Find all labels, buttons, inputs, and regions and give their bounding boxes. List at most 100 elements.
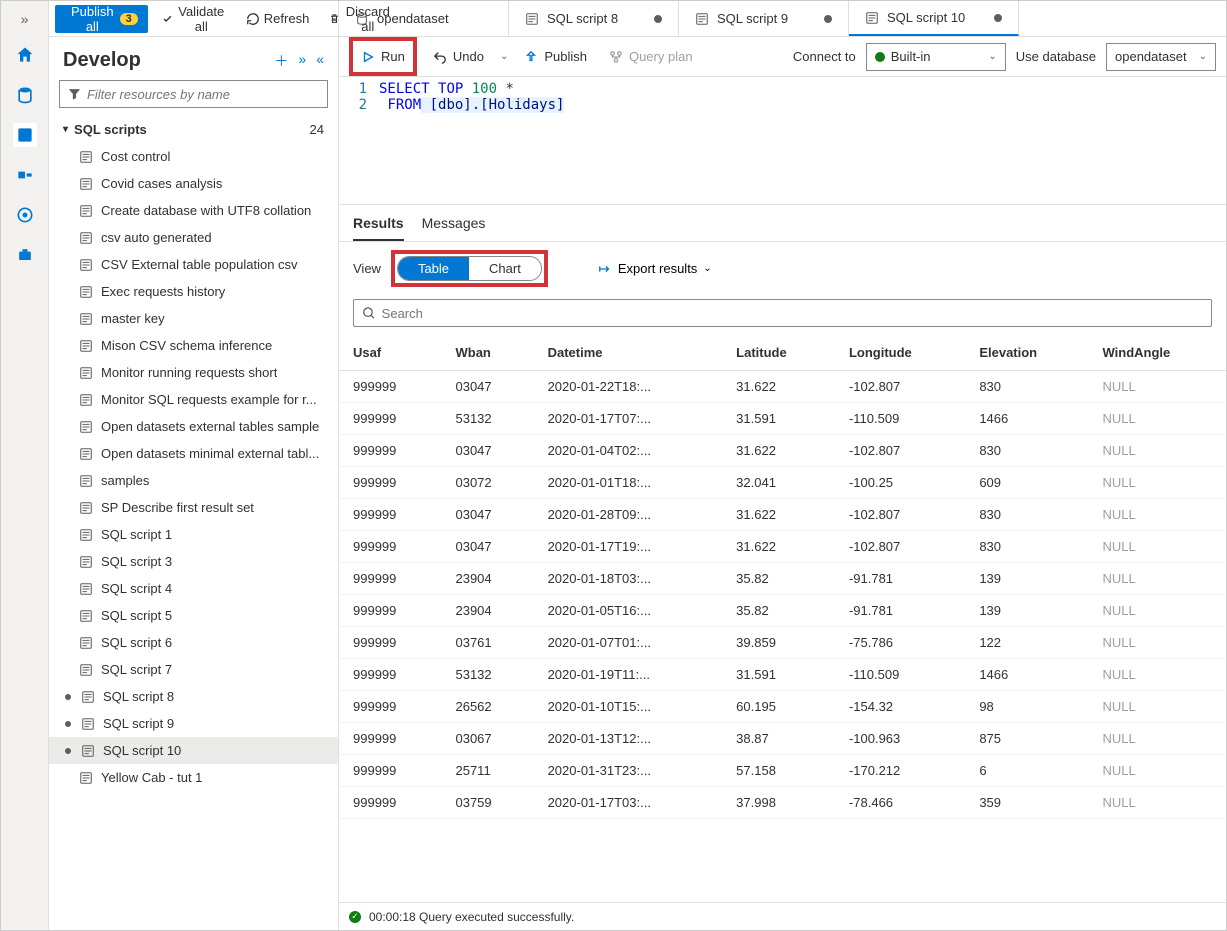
tree-item[interactable]: samples [49, 467, 338, 494]
column-header[interactable]: Wban [441, 335, 533, 371]
status-bar: ✓ 00:00:18 Query executed successfully. [339, 902, 1226, 930]
search-icon [362, 306, 376, 320]
editor-tab[interactable]: SQL script 9 [679, 1, 849, 36]
export-results-button[interactable]: Export results ⌄ [598, 261, 712, 276]
dirty-dot-icon [654, 15, 662, 23]
messages-tab[interactable]: Messages [422, 215, 486, 241]
publish-count-badge: 3 [120, 13, 138, 25]
table-row[interactable]: 999999257112020-01-31T23:...57.158-170.2… [339, 755, 1226, 787]
tree-item[interactable]: Covid cases analysis [49, 170, 338, 197]
data-icon[interactable] [13, 83, 37, 107]
use-database-label: Use database [1016, 49, 1096, 64]
results-grid[interactable]: UsafWbanDatetimeLatitudeLongitudeElevati… [339, 335, 1226, 902]
develop-icon[interactable] [13, 123, 37, 147]
column-header[interactable]: WindAngle [1088, 335, 1226, 371]
tree-item[interactable]: Create database with UTF8 collation [49, 197, 338, 224]
tree-item[interactable]: SQL script 7 [49, 656, 338, 683]
results-area: Results Messages View Table Chart Export… [339, 205, 1226, 930]
toggle-table-button[interactable]: Table [398, 257, 469, 280]
results-tab[interactable]: Results [353, 215, 404, 241]
filter-input[interactable] [87, 87, 319, 102]
run-highlight: Run [349, 37, 417, 76]
table-row[interactable]: 999999030722020-01-01T18:...32.041-100.2… [339, 467, 1226, 499]
table-row[interactable]: 999999037592020-01-17T03:...37.998-78.46… [339, 787, 1226, 819]
tree-item[interactable]: SQL script 9 [49, 710, 338, 737]
tree-group-sql-scripts[interactable]: ▾ SQL scripts 24 [49, 116, 338, 143]
column-header[interactable]: Datetime [534, 335, 723, 371]
undo-button[interactable]: Undo [427, 45, 490, 68]
table-row[interactable]: 999999037612020-01-07T01:...39.859-75.78… [339, 627, 1226, 659]
tree-item[interactable]: Cost control [49, 143, 338, 170]
tree-item[interactable]: csv auto generated [49, 224, 338, 251]
filter-icon [68, 87, 81, 101]
integrate-icon[interactable] [13, 163, 37, 187]
results-search[interactable] [353, 299, 1212, 327]
tree-item[interactable]: CSV External table population csv [49, 251, 338, 278]
tree-item[interactable]: SQL script 6 [49, 629, 338, 656]
table-row[interactable]: 999999030472020-01-28T09:...31.622-102.8… [339, 499, 1226, 531]
tree-item[interactable]: SQL script 4 [49, 575, 338, 602]
query-plan-button[interactable]: Query plan [603, 45, 699, 68]
dirty-dot-icon [824, 15, 832, 23]
table-row[interactable]: 999999239042020-01-18T03:...35.82-91.781… [339, 563, 1226, 595]
table-row[interactable]: 999999265622020-01-10T15:...60.195-154.3… [339, 691, 1226, 723]
tree-item[interactable]: SQL script 8 [49, 683, 338, 710]
dirty-dot-icon [994, 14, 1002, 22]
sql-editor[interactable]: 1SELECT TOP 100 * 2 FROM [dbo].[Holidays… [339, 77, 1226, 205]
filter-input-wrapper[interactable] [59, 80, 328, 108]
expand-all-icon[interactable]: » [298, 51, 306, 71]
tree-item[interactable]: Yellow Cab - tut 1 [49, 764, 338, 791]
tree-item[interactable]: Monitor SQL requests example for r... [49, 386, 338, 413]
tree-item[interactable]: SP Describe first result set [49, 494, 338, 521]
connect-to-dropdown[interactable]: Built-in ⌄ [866, 43, 1006, 71]
column-header[interactable]: Longitude [835, 335, 965, 371]
table-row[interactable]: 999999030472020-01-04T02:...31.622-102.8… [339, 435, 1226, 467]
table-row[interactable]: 999999030472020-01-17T19:...31.622-102.8… [339, 531, 1226, 563]
validate-all-button[interactable]: Validate all [156, 0, 232, 38]
table-row[interactable]: 999999030472020-01-22T18:...31.622-102.8… [339, 371, 1226, 403]
tree-item[interactable]: Exec requests history [49, 278, 338, 305]
refresh-button[interactable]: Refresh [240, 7, 316, 30]
add-icon[interactable]: ＋ [274, 51, 288, 71]
dirty-dot-icon [65, 748, 71, 754]
editor-tabs: opendatasetSQL script 8SQL script 9SQL s… [339, 1, 1226, 37]
status-dot-icon [875, 52, 885, 62]
column-header[interactable]: Usaf [339, 335, 441, 371]
toggle-highlight: Table Chart [391, 250, 548, 287]
manage-icon[interactable] [13, 243, 37, 267]
chevron-down-icon[interactable]: ⌄ [500, 51, 508, 62]
toggle-chart-button[interactable]: Chart [469, 257, 541, 280]
tree-item[interactable]: Open datasets external tables sample [49, 413, 338, 440]
view-label: View [353, 261, 381, 276]
table-row[interactable]: 999999531322020-01-17T07:...31.591-110.5… [339, 403, 1226, 435]
monitor-icon[interactable] [13, 203, 37, 227]
publish-all-button[interactable]: Publish all 3 [55, 5, 148, 33]
tree-item[interactable]: master key [49, 305, 338, 332]
column-header[interactable]: Elevation [965, 335, 1088, 371]
run-button[interactable]: Run [355, 45, 411, 68]
publish-button[interactable]: Publish [518, 45, 593, 68]
chevron-down-icon: ⌄ [988, 51, 996, 62]
editor-tab[interactable]: SQL script 10 [849, 1, 1019, 36]
collapse-panel-icon[interactable]: « [316, 51, 324, 71]
editor-tab[interactable]: opendataset [339, 1, 509, 36]
table-row[interactable]: 999999531322020-01-19T11:...31.591-110.5… [339, 659, 1226, 691]
tree-item[interactable]: SQL script 5 [49, 602, 338, 629]
editor-toolbar: Run Undo ⌄ Publish Query plan Connect to… [339, 37, 1226, 77]
use-database-dropdown[interactable]: opendataset ⌄ [1106, 43, 1216, 71]
home-icon[interactable] [13, 43, 37, 67]
column-header[interactable]: Latitude [722, 335, 835, 371]
expand-icon[interactable]: » [21, 11, 29, 27]
tree-item[interactable]: SQL script 3 [49, 548, 338, 575]
editor-tab[interactable]: SQL script 8 [509, 1, 679, 36]
status-text: 00:00:18 Query executed successfully. [369, 910, 574, 924]
tree-item[interactable]: SQL script 1 [49, 521, 338, 548]
table-row[interactable]: 999999030672020-01-13T12:...38.87-100.96… [339, 723, 1226, 755]
tree-item[interactable]: Open datasets minimal external tabl... [49, 440, 338, 467]
tree-item[interactable]: Monitor running requests short [49, 359, 338, 386]
tree-item[interactable]: Mison CSV schema inference [49, 332, 338, 359]
sidebar-title: Develop [63, 49, 141, 72]
results-search-input[interactable] [382, 306, 1203, 321]
table-row[interactable]: 999999239042020-01-05T16:...35.82-91.781… [339, 595, 1226, 627]
tree-item[interactable]: SQL script 10 [49, 737, 338, 764]
